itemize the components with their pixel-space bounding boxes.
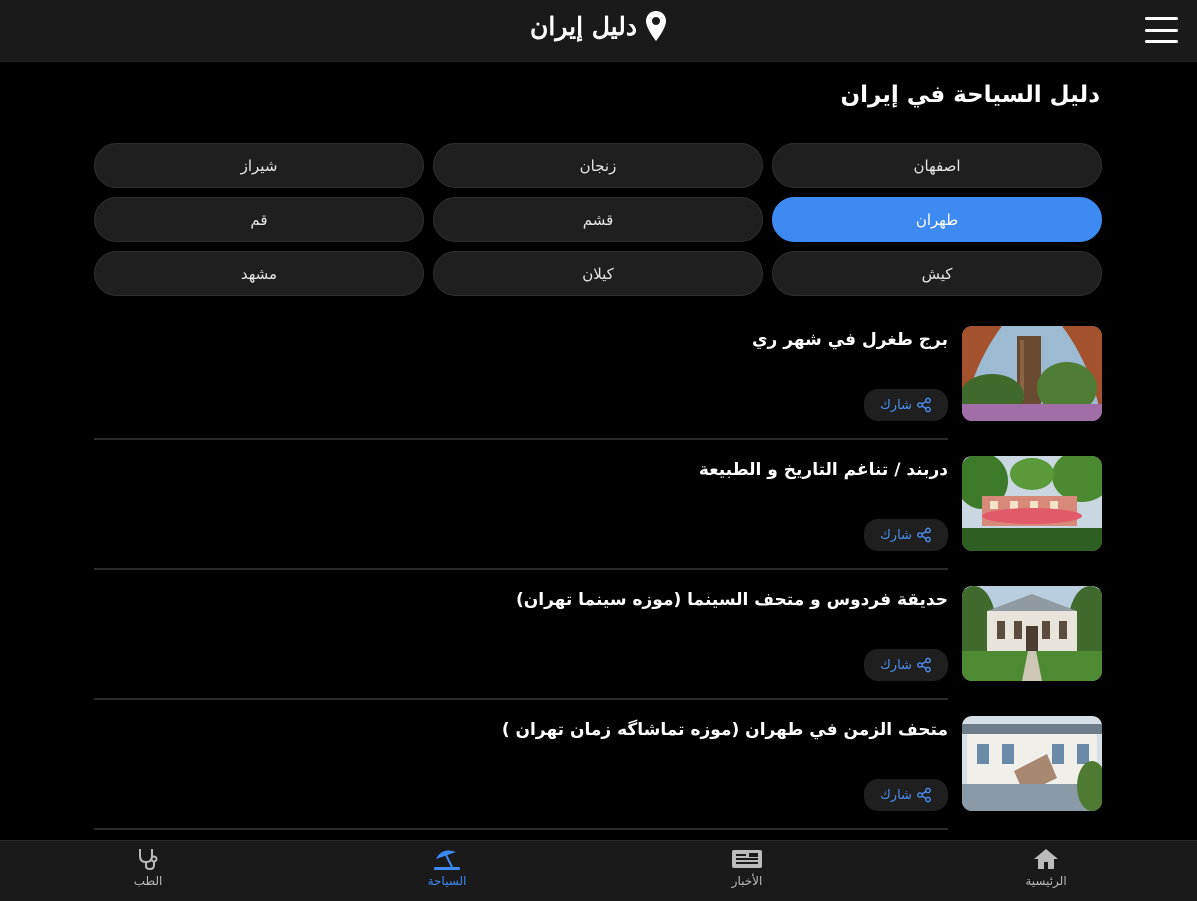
share-label: شارك <box>880 397 912 413</box>
place-thumbnail[interactable] <box>962 326 1102 421</box>
place-thumbnail[interactable] <box>962 716 1102 811</box>
city-chip-isfahan[interactable]: اصفهان <box>772 143 1102 188</box>
city-chip-qom[interactable]: قم <box>94 197 424 242</box>
share-icon <box>917 397 931 413</box>
nav-item-home[interactable]: الرئيسية <box>991 847 1101 888</box>
nav-item-news[interactable]: الأخبار <box>692 847 802 888</box>
city-chip-shiraz[interactable]: شيراز <box>94 143 424 188</box>
share-button[interactable]: شارك <box>864 389 948 421</box>
nav-item-label: الطب <box>133 874 163 888</box>
nav-item-label: الأخبار <box>731 874 763 888</box>
app-brand: دليل إيران <box>0 10 1197 42</box>
nav-item-tourism[interactable]: السياحة <box>392 847 502 888</box>
top-app-bar: دليل إيران <box>0 0 1197 62</box>
place-title[interactable]: متحف الزمن في طهران (موزه تماشاگه زمان ت… <box>502 720 948 740</box>
share-label: شارك <box>880 527 912 543</box>
nav-item-medicine[interactable]: الطب <box>93 847 203 888</box>
share-button[interactable]: شارك <box>864 649 948 681</box>
list-divider <box>94 568 948 570</box>
bottom-navigation: الرئيسية الأخبار السياحة الطب <box>0 840 1197 901</box>
beach-umbrella-icon <box>434 850 460 870</box>
city-chip-mashhad[interactable]: مشهد <box>94 251 424 296</box>
menu-line <box>1145 40 1178 43</box>
list-item[interactable]: برج طغرل في شهر ري شارك <box>94 326 1102 456</box>
share-icon <box>917 657 931 673</box>
list-item[interactable]: حديقة فردوس و متحف السينما (موزه سينما ت… <box>94 586 1102 716</box>
nav-item-label: السياحة <box>427 874 467 888</box>
menu-line <box>1145 17 1178 20</box>
share-label: شارك <box>880 787 912 803</box>
city-chip-zanjan[interactable]: زنجان <box>433 143 763 188</box>
app-title: دليل إيران <box>530 11 637 41</box>
city-filter-grid: اصفهان زنجان شيراز طهران قشم قم كيش كيلا… <box>94 143 1102 296</box>
list-item[interactable]: دربند / تناغم التاريخ و الطبيعة شارك <box>94 456 1102 586</box>
place-thumbnail[interactable] <box>962 456 1102 551</box>
list-item[interactable]: متحف الزمن في طهران (موزه تماشاگه زمان ت… <box>94 716 1102 846</box>
menu-line <box>1145 28 1178 32</box>
nav-item-label: الرئيسية <box>1025 874 1067 888</box>
city-chip-gilan[interactable]: كيلان <box>433 251 763 296</box>
home-icon <box>1034 849 1058 869</box>
share-button[interactable]: شارك <box>864 779 948 811</box>
newspaper-icon <box>732 850 762 868</box>
city-chip-tehran[interactable]: طهران <box>772 197 1102 242</box>
share-button[interactable]: شارك <box>864 519 948 551</box>
map-pin-icon <box>645 11 666 41</box>
list-divider <box>94 698 948 700</box>
share-label: شارك <box>880 657 912 673</box>
share-icon <box>917 527 931 543</box>
stethoscope-icon <box>139 849 158 871</box>
city-chip-kish[interactable]: كيش <box>772 251 1102 296</box>
place-title[interactable]: حديقة فردوس و متحف السينما (موزه سينما ت… <box>516 590 948 610</box>
hamburger-menu-icon[interactable] <box>1145 17 1178 43</box>
list-divider <box>94 438 948 440</box>
page-title: دليل السياحة في إيران <box>840 82 1100 108</box>
place-title[interactable]: دربند / تناغم التاريخ و الطبيعة <box>699 460 948 480</box>
share-icon <box>917 787 931 803</box>
city-chip-qeshm[interactable]: قشم <box>433 197 763 242</box>
place-thumbnail[interactable] <box>962 586 1102 681</box>
place-title[interactable]: برج طغرل في شهر ري <box>752 330 948 350</box>
list-divider <box>94 828 948 830</box>
